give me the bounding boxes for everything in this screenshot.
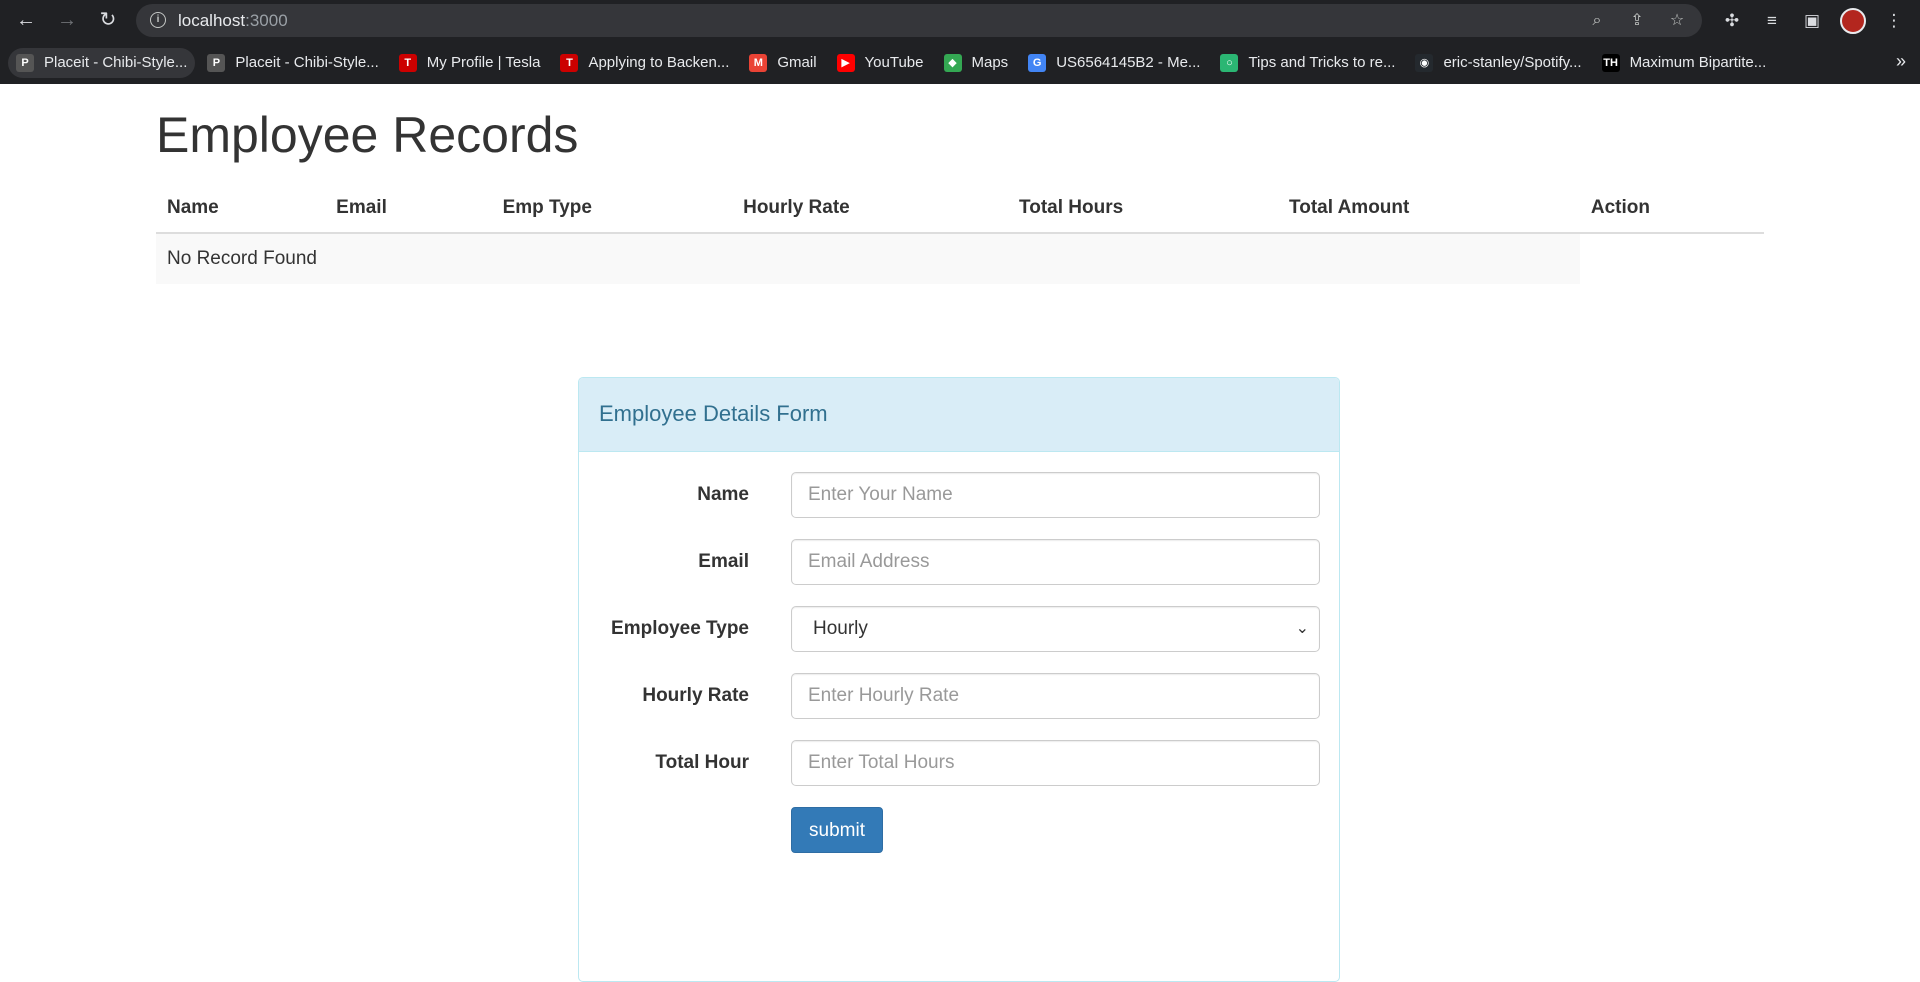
employee-form-panel: Employee Details Form Name Email Employe… [578, 377, 1340, 982]
address-row: ← → ↻ i localhost:3000 ⌕ ⇪ ☆ ✣ ≡ ▣ ⋮ [0, 0, 1920, 41]
url-port: :3000 [245, 11, 288, 30]
table-cell [1580, 233, 1764, 284]
column-header: Total Hours [1008, 184, 1279, 234]
bookmark-item[interactable]: ○ Tips and Tricks to re... [1212, 48, 1403, 78]
bookmark-label: Maps [971, 54, 1009, 71]
name-input[interactable] [791, 472, 1320, 518]
bookmark-item[interactable]: ◉ eric-stanley/Spotify... [1407, 48, 1589, 78]
name-row: Name [579, 472, 1339, 518]
column-header: Hourly Rate [732, 184, 1009, 234]
email-label: Email [698, 551, 749, 572]
email-row: Email [579, 539, 1339, 585]
tesla-icon: T [398, 53, 417, 72]
bookmark-item[interactable]: ▶ YouTube [829, 48, 932, 78]
ring-icon: ○ [1220, 53, 1239, 72]
bookmark-label: Tips and Tricks to re... [1248, 54, 1396, 71]
employee-type-select[interactable]: Hourly ⌄ [791, 606, 1320, 652]
employee-type-label: Employee Type [611, 618, 749, 639]
maps-icon: ◆ [943, 53, 962, 72]
no-record-message: No Record Found [156, 233, 1580, 284]
submit-button[interactable]: submit [791, 807, 883, 853]
employee-records-table: Name Email Emp Type Hourly Rate Total Hours T… [156, 184, 1764, 284]
page-title: Employee Records [156, 107, 579, 163]
bookmark-item[interactable]: TH Maximum Bipartite... [1594, 48, 1775, 78]
column-header: Name [156, 184, 326, 234]
bookmark-item[interactable]: P Placeit - Chibi-Style... [199, 48, 386, 78]
submit-row: submit [579, 807, 1339, 853]
media-queue-icon[interactable]: ≡ [1760, 9, 1784, 33]
gmail-icon: M [749, 53, 768, 72]
address-bar[interactable]: i localhost:3000 ⌕ ⇪ ☆ [136, 4, 1702, 37]
bookmark-label: YouTube [864, 54, 924, 71]
total-hour-input[interactable] [791, 740, 1320, 786]
bookmark-item[interactable]: ◆ Maps [936, 48, 1017, 78]
bookmark-label: eric-stanley/Spotify... [1443, 54, 1582, 71]
column-header: Total Amount [1278, 184, 1580, 234]
placeit-icon: P [16, 53, 34, 72]
name-label: Name [697, 484, 749, 505]
menu-kebab-icon[interactable]: ⋮ [1882, 9, 1906, 33]
bookmarks-bar: P Placeit - Chibi-Style... P Placeit - Chib… [0, 41, 1920, 84]
extensions-icon[interactable]: ✣ [1720, 9, 1744, 33]
email-input[interactable] [791, 539, 1320, 585]
employee-type-row: Employee Type Hourly ⌄ [579, 606, 1339, 652]
bookmarks-overflow-icon[interactable]: » [1896, 51, 1906, 72]
site-info-icon[interactable]: i [150, 12, 166, 28]
bookmark-label: Gmail [777, 54, 817, 71]
hourly-rate-label: Hourly Rate [642, 685, 749, 706]
column-header: Emp Type [491, 184, 733, 234]
bookmark-item[interactable]: G US6564145B2 - Me... [1020, 48, 1208, 78]
bookmark-label: My Profile | Tesla [426, 54, 541, 71]
total-hour-row: Total Hour [579, 740, 1339, 786]
bookmark-label: US6564145B2 - Me... [1056, 54, 1201, 71]
toolbar-actions: ✣ ≡ ▣ ⋮ [1720, 8, 1906, 34]
google-icon: G [1028, 53, 1047, 72]
side-panel-icon[interactable]: ▣ [1800, 9, 1824, 33]
bookmark-label: Placeit - Chibi-Style... [44, 54, 188, 71]
omnibox-actions: ⌕ ⇪ ☆ [1586, 10, 1688, 32]
bookmark-label: Applying to Backen... [588, 54, 730, 71]
column-header: Action [1579, 184, 1764, 234]
youtube-icon: ▶ [836, 53, 855, 72]
github-icon: ◉ [1415, 53, 1434, 72]
bookmark-item[interactable]: T My Profile | Tesla [391, 48, 549, 78]
bookmark-star-icon[interactable]: ☆ [1666, 10, 1688, 32]
placeit-icon: P [207, 53, 226, 72]
profile-avatar[interactable] [1840, 8, 1866, 34]
column-header: Email [325, 184, 492, 234]
chevron-down-icon: ⌄ [1295, 620, 1309, 637]
th-icon: TH [1601, 53, 1620, 72]
employee-type-value: Hourly [813, 618, 868, 639]
browser-chrome: ← → ↻ i localhost:3000 ⌕ ⇪ ☆ ✣ ≡ ▣ ⋮ P Pl… [0, 0, 1920, 84]
bookmark-label: Placeit - Chibi-Style... [235, 54, 379, 71]
bookmark-item[interactable]: M Gmail [741, 48, 824, 78]
bookmark-item[interactable]: T Applying to Backen... [552, 48, 737, 78]
forward-arrow-icon[interactable]: → [55, 8, 79, 32]
url-host: localhost [178, 11, 246, 30]
total-hour-label: Total Hour [655, 752, 749, 773]
share-icon[interactable]: ⇪ [1626, 10, 1648, 32]
hourly-rate-input[interactable] [791, 673, 1320, 719]
url-text[interactable]: localhost:3000 [178, 11, 288, 31]
back-arrow-icon[interactable]: ← [14, 8, 38, 32]
zoom-icon[interactable]: ⌕ [1586, 10, 1608, 32]
reload-icon[interactable]: ↻ [96, 8, 120, 32]
form-heading: Employee Details Form [579, 378, 1339, 452]
bookmark-label: Maximum Bipartite... [1629, 54, 1767, 71]
tesla-icon: T [560, 53, 579, 72]
table-header-row: Name Email Emp Type Hourly Rate Total Hours T… [156, 184, 1764, 234]
bookmark-item[interactable]: P Placeit - Chibi-Style... [8, 47, 196, 78]
table-row: No Record Found [156, 233, 1764, 284]
hourly-rate-row: Hourly Rate [579, 673, 1339, 719]
